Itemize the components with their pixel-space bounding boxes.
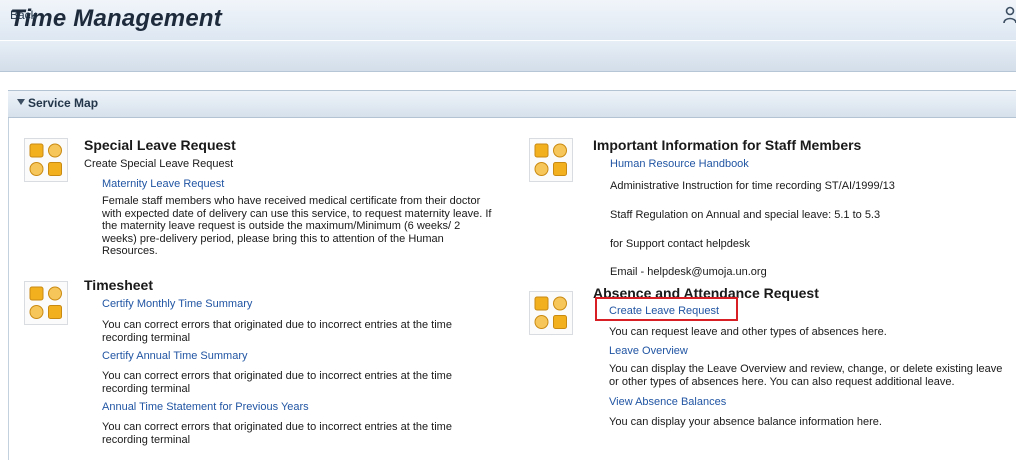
maternity-leave-desc: Female staff members who have received m… bbox=[102, 195, 491, 258]
service-tiles-icon bbox=[529, 138, 573, 182]
support-contact-text: for Support contact helpdesk bbox=[610, 238, 751, 250]
staff-regulation-text: Staff Regulation on Annual and special l… bbox=[610, 209, 881, 221]
certify-annual-desc: You can correct errors that originated d… bbox=[102, 370, 452, 395]
person-icon[interactable] bbox=[1003, 6, 1016, 24]
desc-line: recording terminal bbox=[102, 433, 191, 446]
service-map-header[interactable] bbox=[8, 90, 1016, 118]
desc-line: You can correct errors that originated d… bbox=[102, 319, 452, 331]
desc-line: recording terminal bbox=[102, 382, 191, 395]
service-map-title: Service Map bbox=[28, 96, 99, 110]
desc-line: You can display the Leave Overview and r… bbox=[609, 363, 1003, 375]
collapse-triangle-icon[interactable] bbox=[17, 99, 25, 105]
leave-overview-desc: You can display the Leave Overview and r… bbox=[609, 363, 1002, 388]
absence-balance-desc: You can display your absence balance inf… bbox=[609, 416, 882, 428]
certify-annual-link[interactable]: Certify Annual Time Summary bbox=[102, 350, 248, 362]
hr-handbook-link[interactable]: Human Resource Handbook bbox=[610, 158, 749, 170]
highlight-box bbox=[595, 297, 738, 321]
timesheet-heading: Timesheet bbox=[84, 277, 153, 293]
helpdesk-email-text: Email - helpdesk@umoja.un.org bbox=[610, 266, 767, 278]
certify-monthly-desc: You can correct errors that originated d… bbox=[102, 319, 452, 344]
desc-line: with expected date of delivery can use t… bbox=[102, 207, 492, 220]
annual-statement-link[interactable]: Annual Time Statement for Previous Years bbox=[102, 401, 309, 413]
annual-statement-desc: You can correct errors that originated d… bbox=[102, 421, 452, 446]
leave-overview-link[interactable]: Leave Overview bbox=[609, 345, 688, 357]
desc-line: weeks) pre-delivery period, please bring… bbox=[102, 232, 444, 245]
toolbar bbox=[0, 41, 1016, 72]
maternity-leave-link[interactable]: Maternity Leave Request bbox=[102, 178, 224, 190]
special-leave-subheading: Create Special Leave Request bbox=[84, 158, 234, 170]
desc-line: You can correct errors that originated d… bbox=[102, 421, 452, 433]
service-tiles-icon bbox=[24, 281, 68, 325]
desc-line: Resources. bbox=[102, 245, 158, 257]
certify-monthly-link[interactable]: Certify Monthly Time Summary bbox=[102, 298, 252, 310]
back-button[interactable]: Back bbox=[10, 8, 37, 22]
special-leave-heading: Special Leave Request bbox=[84, 137, 236, 153]
important-info-heading: Important Information for Staff Members bbox=[593, 137, 862, 153]
desc-line: the maternity leave request is outside t… bbox=[102, 220, 461, 232]
desc-line: or other types of absences here. You can… bbox=[609, 375, 955, 388]
desc-line: recording terminal bbox=[102, 331, 191, 344]
create-leave-desc: You can request leave and other types of… bbox=[609, 326, 887, 338]
page-title: Time Management bbox=[10, 5, 222, 32]
view-absence-balances-link[interactable]: View Absence Balances bbox=[609, 396, 726, 408]
service-tiles-icon bbox=[24, 138, 68, 182]
desc-line: You can correct errors that originated d… bbox=[102, 370, 452, 382]
desc-line: Female staff members who have received m… bbox=[102, 195, 481, 207]
admin-instruction-text: Administrative Instruction for time reco… bbox=[610, 180, 895, 192]
service-tiles-icon bbox=[529, 291, 573, 335]
